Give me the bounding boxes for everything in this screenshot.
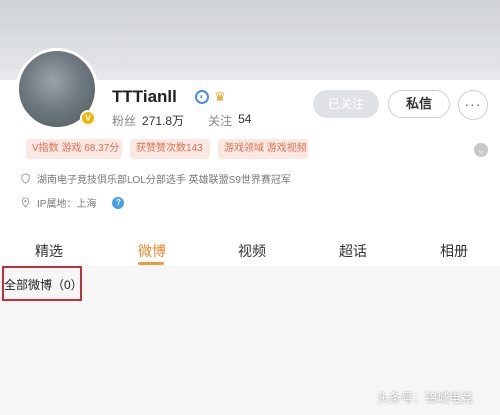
fans-count[interactable]: 271.8万: [142, 112, 184, 129]
verified-icon: V: [80, 110, 96, 126]
ip-location-text: IP属地：上海: [37, 199, 97, 210]
crown-icon[interactable]: ♛: [212, 89, 228, 105]
followed-button[interactable]: 已关注: [313, 90, 379, 118]
highlight-box: [2, 266, 82, 301]
message-button[interactable]: 私信: [388, 90, 450, 118]
bio-row: 湖南电子竞技俱乐部LOL分部选手 英雄联盟S9世界赛冠军: [20, 171, 291, 186]
shield-icon: [21, 173, 30, 184]
avatar-container[interactable]: V: [16, 48, 98, 130]
chevron-down-icon[interactable]: ⌄: [474, 143, 488, 157]
tab-super-topic[interactable]: 超话: [339, 241, 367, 261]
ip-row: IP属地：上海 ?: [20, 195, 125, 210]
active-tab-indicator: [138, 262, 164, 265]
location-icon: [21, 197, 30, 208]
tab-video[interactable]: 视频: [238, 241, 266, 261]
following-label: 关注: [208, 114, 233, 128]
tab-featured[interactable]: 精选: [35, 241, 63, 261]
level-badge-icon[interactable]: ◐: [195, 90, 209, 104]
tab-album[interactable]: 相册: [440, 241, 468, 261]
tag-domain[interactable]: 游戏领域 游戏视频: [218, 139, 308, 159]
tab-weibo[interactable]: 微博: [138, 241, 166, 261]
profile-stats: 粉丝 271.8万 关注 54: [112, 112, 251, 129]
watermark: 头条号：锦城电竞: [377, 391, 474, 405]
bio-text: 湖南电子竞技俱乐部LOL分部选手 英雄联盟S9世界赛冠军: [37, 175, 291, 186]
profile-tabs: 精选 微博 视频 超话 相册: [0, 234, 500, 266]
stats-spacer: [190, 112, 202, 129]
fans-label: 粉丝: [112, 114, 137, 128]
following-count[interactable]: 54: [238, 112, 251, 129]
help-icon[interactable]: ?: [112, 196, 125, 209]
more-options-button[interactable]: ···: [458, 90, 488, 120]
username: TTTianll: [112, 87, 177, 106]
tag-v-index[interactable]: V指数 游戏 68.37分: [26, 139, 122, 159]
tag-likes[interactable]: 获赞赞次数143: [130, 139, 210, 159]
